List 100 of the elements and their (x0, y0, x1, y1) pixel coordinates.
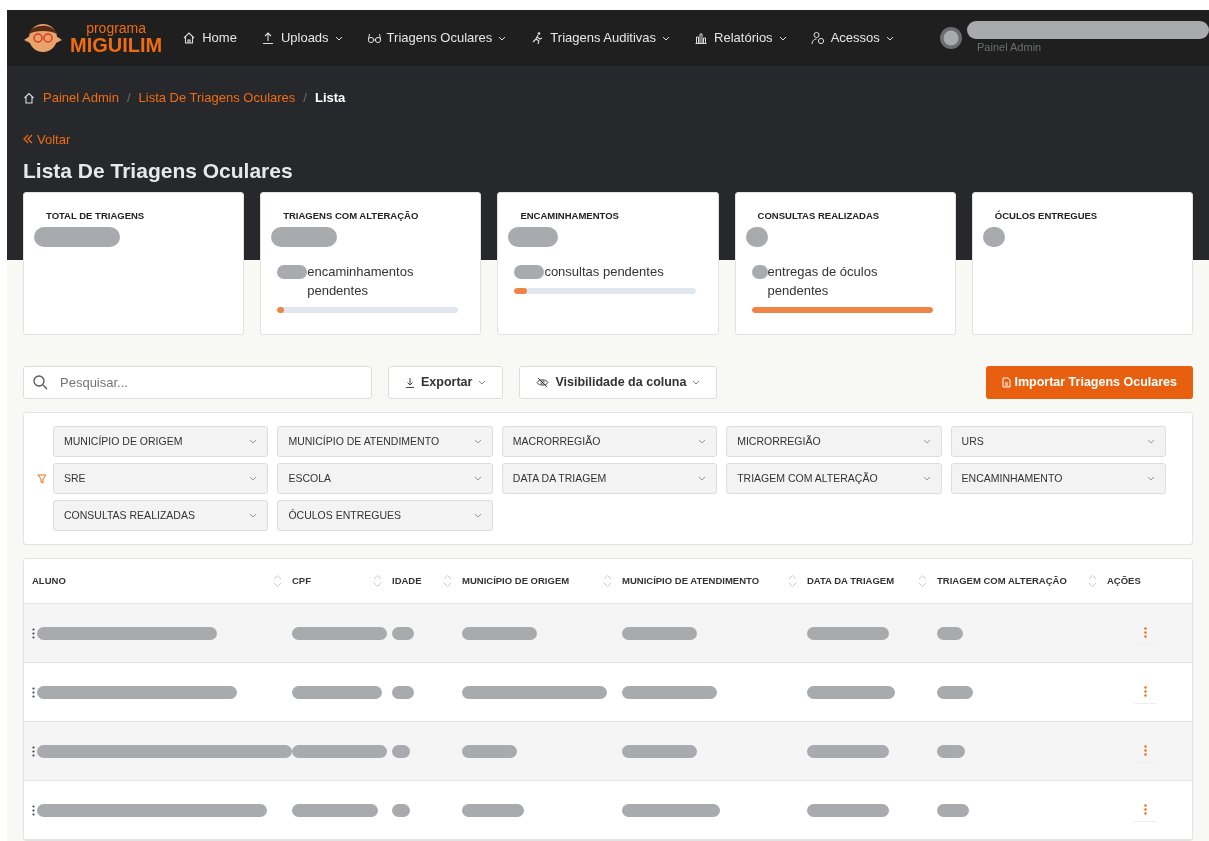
sort-icon[interactable] (918, 574, 927, 588)
caret-icon (249, 438, 258, 445)
breadcrumb-link[interactable]: Painel Admin (43, 88, 119, 108)
column-header[interactable]: TRIAGEM COM ALTERAÇÃO (937, 573, 1107, 589)
redacted-value (514, 265, 545, 280)
filter-select[interactable]: ESCOLA (277, 463, 493, 494)
redacted-value (462, 744, 517, 758)
avatar-icon (939, 26, 963, 50)
redacted-value (392, 626, 414, 640)
stat-label: TOTAL DE TRIAGENS (46, 209, 146, 223)
filter-select[interactable]: CONSULTAS REALIZADAS (53, 500, 269, 531)
home-icon (23, 91, 35, 104)
redacted-value (392, 685, 414, 699)
filter-select[interactable]: ÓCULOS ENTREGUES (277, 500, 493, 531)
filter-select[interactable]: MUNICÍPIO DE ATENDIMENTO (277, 426, 493, 457)
nav-link[interactable]: Relatórios (694, 28, 787, 48)
column-header[interactable]: MUNICÍPIO DE ATENDIMENTO (622, 573, 807, 589)
caret-icon (698, 475, 707, 482)
nav-link[interactable]: Acessos (810, 28, 894, 48)
double-chevron-icon (23, 134, 33, 145)
file-icon (1002, 377, 1012, 388)
caret-icon (922, 475, 931, 482)
upload-icon (260, 31, 275, 45)
redacted-value (271, 227, 338, 248)
caret-icon (1147, 438, 1155, 445)
filter-select[interactable]: ENCAMINHAMENTO (950, 463, 1166, 494)
export-button[interactable]: Exportar (388, 366, 504, 399)
caret-icon (249, 475, 258, 482)
column-header[interactable]: MUNICÍPIO DE ORIGEM (462, 573, 622, 589)
sort-icon[interactable] (788, 574, 797, 588)
runner-icon (530, 31, 545, 45)
search-icon (33, 375, 48, 390)
caret-icon (692, 379, 701, 386)
page-title: Lista De Triagens Oculares (23, 158, 294, 184)
redacted-value (937, 744, 965, 758)
caret-icon (478, 379, 487, 386)
stat-label: ENCAMINHAMENTOS (520, 209, 620, 223)
sort-icon[interactable] (1088, 574, 1097, 588)
caret-icon (1147, 475, 1155, 482)
breadcrumb-separator: / (303, 89, 307, 107)
kebab-icon (1143, 804, 1147, 815)
drag-handle-icon[interactable] (32, 804, 35, 816)
glasses-icon (366, 31, 381, 45)
filter-select[interactable]: MICRORREGIÃO (726, 426, 942, 457)
kebab-icon (1143, 627, 1147, 638)
nav-link[interactable]: Triagens Auditivas (530, 28, 671, 48)
column-header[interactable]: IDADE (392, 573, 462, 589)
brand-text: programa (85, 21, 148, 35)
column-visibility-button[interactable]: Visibilidade da coluna (519, 366, 718, 399)
caret-icon (698, 438, 707, 445)
redacted-value (751, 265, 768, 280)
filter-select[interactable]: TRIAGEM COM ALTERAÇÃO (726, 463, 942, 494)
column-header[interactable]: ALUNO (32, 573, 292, 589)
drag-handle-icon[interactable] (32, 627, 35, 639)
stat-label: TRIAGENS COM ALTERAÇÃO (283, 209, 420, 223)
caret-icon (473, 512, 482, 519)
redacted-value (392, 744, 410, 758)
pending-text: encaminhamentos pendentes (307, 263, 415, 301)
filter-icon (37, 473, 47, 484)
caret-icon (249, 512, 258, 519)
column-header: AÇÕES (1107, 573, 1142, 588)
stat-label: CONSULTAS REALIZADAS (757, 209, 881, 223)
nav-link[interactable]: Home (182, 28, 237, 48)
pending-text: consultas pendentes (544, 263, 664, 282)
stat-label: ÓCULOS ENTREGUES (994, 209, 1099, 223)
redacted-value (462, 803, 524, 817)
brand-name: MIGUILIM (70, 35, 163, 55)
redacted-value (937, 626, 963, 640)
user-role: Painel Admin (977, 39, 1043, 55)
nav-link[interactable]: Triagens Oculares (366, 28, 507, 48)
redacted-value (937, 803, 969, 817)
redacted-value (745, 227, 768, 248)
back-link[interactable]: Voltar (37, 129, 71, 149)
column-header[interactable]: CPF (292, 573, 392, 589)
filter-select[interactable]: DATA DA TRIAGEM (501, 463, 718, 494)
filter-select[interactable]: MACRORREGIÃO (501, 426, 718, 457)
drag-handle-icon[interactable] (32, 745, 35, 757)
users-icon (810, 31, 825, 45)
sort-icon[interactable] (273, 574, 282, 588)
search-field[interactable]: Pesquisar... (23, 366, 372, 399)
sort-icon[interactable] (443, 574, 452, 588)
redacted-value (937, 685, 973, 699)
filter-select[interactable]: MUNICÍPIO DE ORIGEM (53, 426, 269, 457)
pending-text: entregas de óculos pendentes (767, 263, 879, 301)
redacted-value (392, 803, 410, 817)
redacted-value (277, 265, 308, 280)
breadcrumb-current: Lista (314, 89, 346, 107)
kebab-icon (1143, 686, 1147, 697)
nav-link[interactable]: Uploads (260, 28, 343, 48)
column-header[interactable]: DATA DA TRIAGEM (807, 573, 937, 589)
filter-select[interactable]: SRE (53, 463, 269, 494)
redacted-value (508, 227, 559, 248)
drag-handle-icon[interactable] (32, 686, 35, 698)
filter-select[interactable]: URS (950, 426, 1166, 457)
sort-icon[interactable] (603, 574, 612, 588)
sort-icon[interactable] (373, 574, 382, 588)
caret-icon (473, 438, 482, 445)
breadcrumb-link[interactable]: Lista De Triagens Oculares (138, 88, 296, 108)
home-icon (182, 31, 197, 45)
breadcrumb-separator: / (126, 89, 131, 107)
